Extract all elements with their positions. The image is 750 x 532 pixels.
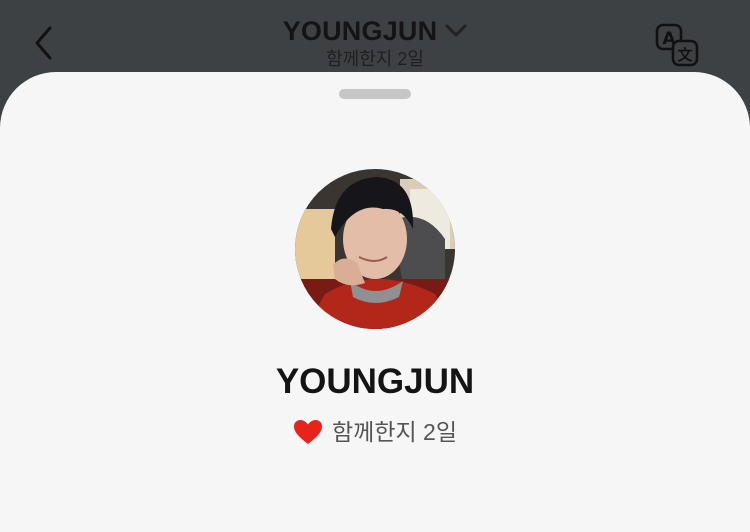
chat-subtitle: 함께한지 2일 [326,49,424,69]
header-title-block: YOUNGJUN 함께한지 2일 [0,14,750,70]
heart-icon [294,420,322,444]
chat-title: YOUNGJUN [282,16,438,46]
avatar[interactable] [295,169,455,329]
profile-photo [295,169,455,329]
profile-sheet: YOUNGJUN 함께한지 2일 [0,72,750,532]
title-dropdown[interactable]: YOUNGJUN [283,14,468,48]
together-days-text: 함께한지 2일 [332,419,457,445]
svg-text:文: 文 [677,46,693,64]
together-days-row: 함께한지 2일 [0,417,750,447]
translate-icon: A 文 [655,23,699,67]
sheet-drag-handle[interactable] [339,89,411,99]
profile-name: YOUNGJUN [275,362,475,401]
chevron-down-icon [445,24,467,37]
translate-button[interactable]: A 文 [652,20,702,70]
